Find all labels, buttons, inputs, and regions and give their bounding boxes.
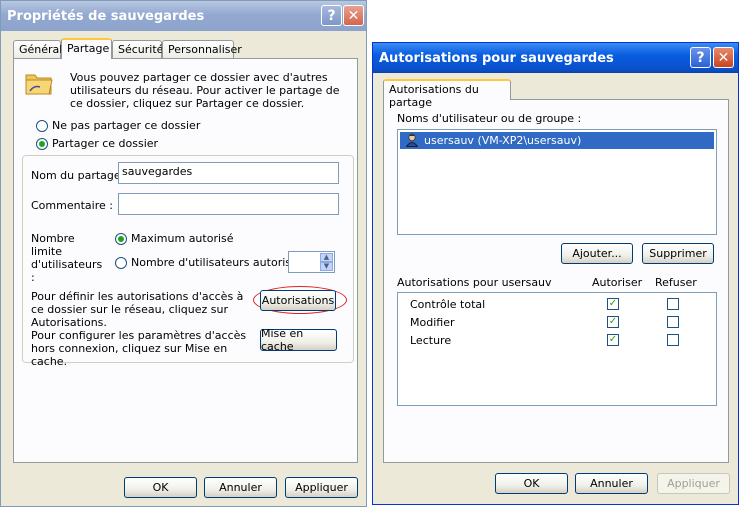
max-allowed-label[interactable]: Maximum autorisé (131, 232, 234, 245)
deny-checkbox[interactable] (667, 316, 679, 328)
comment-label: Commentaire : (31, 199, 113, 212)
window-title: Autorisations pour sauvegardes (379, 50, 614, 66)
add-user-button[interactable]: Ajouter... (561, 243, 633, 264)
permission-name: Modifier (410, 316, 455, 329)
allow-header: Autoriser (592, 276, 643, 289)
users-group-label: Noms d'utilisateur ou de groupe : (397, 112, 582, 125)
permission-name: Contrôle total (410, 298, 486, 311)
allow-checkbox[interactable]: ✓ (607, 316, 619, 328)
cache-button[interactable]: Mise en cache (260, 327, 337, 353)
apply-button[interactable]: Appliquer (657, 473, 730, 494)
share-radio[interactable] (36, 138, 48, 150)
user-limit-label: Nombre limite d'utilisateurs : (31, 232, 103, 284)
allow-checkbox[interactable]: ✓ (607, 298, 619, 310)
title-bar[interactable]: Propriétés de sauvegardes (1, 1, 366, 31)
tab-customize[interactable]: Personnaliser (162, 40, 242, 58)
no-share-label[interactable]: Ne pas partager ce dossier (52, 119, 200, 132)
tab-security[interactable]: Sécurité (112, 40, 163, 58)
intro-text: Vous pouvez partager ce dossier avec d'a… (70, 71, 340, 110)
user-count-label[interactable]: Nombre d'utilisateurs autorisés : (131, 256, 311, 269)
share-label[interactable]: Partager ce dossier (52, 137, 158, 150)
user-count-radio[interactable] (115, 257, 127, 269)
deny-header: Refuser (655, 276, 697, 289)
spin-down-icon[interactable]: ▼ (320, 262, 333, 271)
permissions-button[interactable]: Autorisations (260, 290, 336, 311)
shared-folder-icon (24, 69, 54, 97)
window-title: Propriétés de sauvegardes (7, 8, 205, 24)
cancel-button[interactable]: Annuler (575, 473, 648, 494)
spin-up-icon[interactable]: ▲ (320, 253, 333, 262)
user-row[interactable]: usersauv (VM-XP2\usersauv) (400, 132, 714, 149)
share-permissions-window: Autorisations pour sauvegardes ? ✕ Autor… (372, 42, 739, 505)
title-bar[interactable]: Autorisations pour sauvegardes (373, 43, 738, 73)
remove-user-button[interactable]: Supprimer (642, 243, 714, 264)
close-button[interactable]: ✕ (343, 5, 364, 26)
permissions-text: Pour définir les autorisations d'accès à… (31, 290, 244, 329)
permissions-header: Autorisations pour usersauv (397, 276, 552, 289)
allow-checkbox[interactable]: ✓ (607, 334, 619, 346)
tab-general[interactable]: Général (13, 40, 62, 58)
apply-button[interactable]: Appliquer (285, 477, 358, 498)
permissions-list: Contrôle total ✓ Modifier ✓ Lecture ✓ (397, 292, 717, 406)
user-icon (405, 133, 419, 147)
max-allowed-radio[interactable] (115, 233, 127, 245)
user-name: usersauv (VM-XP2\usersauv) (424, 134, 582, 147)
offline-text: Pour configurer les paramètres d'accès h… (31, 329, 247, 368)
users-list[interactable]: usersauv (VM-XP2\usersauv) (397, 129, 717, 235)
deny-checkbox[interactable] (667, 334, 679, 346)
permissions-panel: Noms d'utilisateur ou de groupe : usersa… (383, 99, 729, 463)
tab-sharing[interactable]: Partage (61, 38, 112, 59)
help-button[interactable]: ? (321, 5, 342, 26)
tab-share-permissions[interactable]: Autorisations du partage (383, 79, 511, 109)
share-name-field[interactable]: sauvegardes (118, 162, 339, 184)
share-name-label: Nom du partage : (31, 169, 128, 182)
ok-button[interactable]: OK (495, 473, 568, 494)
close-button[interactable]: ✕ (713, 47, 734, 68)
share-properties-window: Propriétés de sauvegardes ? ✕ Général Pa… (0, 0, 367, 507)
cancel-button[interactable]: Annuler (204, 477, 277, 498)
no-share-radio[interactable] (36, 120, 48, 132)
ok-button[interactable]: OK (124, 477, 197, 498)
sharing-panel: Vous pouvez partager ce dossier avec d'a… (13, 58, 358, 463)
permission-name: Lecture (410, 334, 452, 347)
comment-field[interactable] (118, 193, 339, 215)
deny-checkbox[interactable] (667, 298, 679, 310)
help-button[interactable]: ? (690, 47, 711, 68)
